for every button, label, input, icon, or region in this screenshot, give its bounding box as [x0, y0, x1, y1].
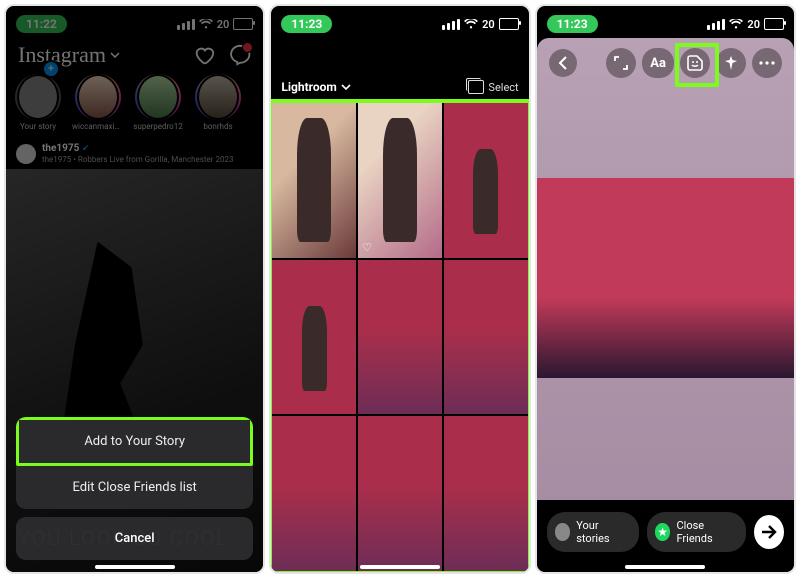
- photo-thumbnail[interactable]: [443, 259, 529, 416]
- sticker-tool-wrap: [680, 48, 710, 78]
- select-label: Select: [488, 81, 518, 94]
- effects-tool[interactable]: [716, 48, 746, 78]
- panel-2-photo-picker: 11:23 20 Lightroom Select ♡: [269, 4, 530, 574]
- person-shape: [297, 118, 331, 242]
- highlight-box: [675, 43, 719, 87]
- tutorial-triptych: 11:22 20 Instagram: [0, 0, 800, 578]
- story-editor-canvas[interactable]: Aa: [537, 38, 794, 572]
- action-sheet-group: Add to Your Story Edit Close Friends lis…: [16, 417, 253, 509]
- status-right: 20: [442, 18, 519, 31]
- crowd-shape: [276, 491, 353, 562]
- chip-label: Close Friends: [676, 519, 734, 545]
- favorite-icon: ♡: [362, 241, 372, 254]
- cancel-button[interactable]: Cancel: [16, 517, 253, 560]
- wifi-icon: [464, 19, 478, 29]
- send-button[interactable]: [754, 515, 784, 549]
- battery-icon: [499, 18, 519, 30]
- crowd-shape: [361, 334, 438, 405]
- photo-thumbnail[interactable]: [271, 415, 357, 572]
- photo-grid-container: ♡: [271, 102, 528, 572]
- add-to-story-button[interactable]: Add to Your Story: [16, 417, 253, 466]
- photo-thumbnail[interactable]: [271, 259, 357, 416]
- photo-thumbnail[interactable]: [357, 415, 443, 572]
- album-name: Lightroom: [281, 80, 336, 94]
- action-sheet: Add to Your Story Edit Close Friends lis…: [16, 417, 253, 560]
- person-shape: [473, 149, 498, 234]
- edit-close-friends-button[interactable]: Edit Close Friends list: [16, 466, 253, 509]
- sparkle-icon: [724, 56, 738, 70]
- photo-thumbnail[interactable]: [443, 415, 529, 572]
- chip-label: Your stories: [576, 519, 627, 545]
- person-shape: [302, 306, 327, 391]
- more-icon: [759, 61, 775, 65]
- crowd-shape: [361, 491, 438, 562]
- cellular-icon: [442, 19, 460, 30]
- select-multiple-button[interactable]: Select: [468, 80, 518, 94]
- battery-pct: 20: [482, 18, 495, 31]
- status-bar: 11:23 20: [537, 6, 794, 38]
- your-stories-chip[interactable]: Your stories: [547, 512, 639, 552]
- text-tool[interactable]: Aa: [642, 48, 674, 78]
- share-bar: Your stories ★ Close Friends: [537, 500, 794, 572]
- back-button[interactable]: [549, 49, 577, 77]
- battery-pct: 20: [747, 18, 760, 31]
- photo-grid[interactable]: ♡: [271, 102, 528, 572]
- album-bar: Lightroom Select: [271, 72, 528, 102]
- close-friends-star-icon: ★: [655, 523, 671, 541]
- photo-thumbnail[interactable]: [357, 259, 443, 416]
- chevron-down-icon: [341, 84, 351, 90]
- wifi-icon: [729, 19, 743, 29]
- status-time: 11:23: [547, 15, 598, 33]
- status-bar: 11:23 20: [271, 6, 528, 38]
- crowd-shape: [447, 491, 524, 562]
- panel-3-story-editor: 11:23 20 Aa: [535, 4, 796, 574]
- home-indicator[interactable]: [360, 565, 440, 569]
- photo-thumbnail[interactable]: [443, 102, 529, 259]
- close-friends-chip[interactable]: ★ Close Friends: [647, 512, 746, 552]
- photo-thumbnail[interactable]: [271, 102, 357, 259]
- editor-toolbar: Aa: [537, 38, 794, 88]
- status-time: 11:23: [281, 15, 332, 33]
- home-indicator[interactable]: [95, 565, 175, 569]
- arrow-right-icon: [761, 525, 777, 539]
- crowd-shape: [547, 222, 784, 358]
- status-right: 20: [707, 18, 784, 31]
- photo-thumbnail[interactable]: ♡: [357, 102, 443, 259]
- editor-tools: Aa: [606, 48, 782, 78]
- person-shape: [383, 118, 417, 242]
- battery-icon: [764, 18, 784, 30]
- avatar: [555, 523, 571, 541]
- cellular-icon: [707, 19, 725, 30]
- album-picker[interactable]: Lightroom: [281, 80, 350, 94]
- expand-icon: [614, 56, 628, 70]
- crop-tool[interactable]: [606, 48, 636, 78]
- crowd-shape: [447, 334, 524, 405]
- chevron-left-icon: [558, 56, 568, 70]
- multi-select-icon: [468, 80, 484, 94]
- home-indicator[interactable]: [625, 565, 705, 569]
- panel-1-instagram-feed: 11:22 20 Instagram: [4, 4, 265, 574]
- spacer: [271, 38, 528, 72]
- story-photo[interactable]: [537, 178, 794, 378]
- more-tool[interactable]: [752, 48, 782, 78]
